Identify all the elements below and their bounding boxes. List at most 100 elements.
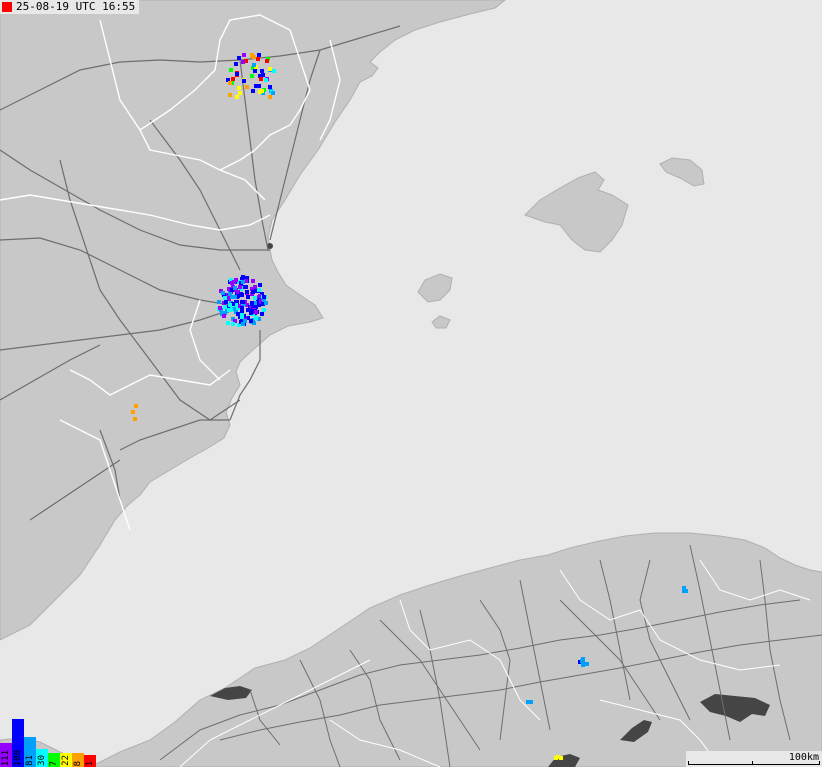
lightning-strike [134, 404, 138, 408]
lightning-strike [264, 78, 268, 82]
lightning-strike [257, 53, 261, 57]
legend-bin-label: 1 [85, 760, 95, 766]
lightning-strike [237, 86, 241, 90]
timestamp-bar: 25-08-19 UTC 16:55 [0, 0, 140, 14]
lightning-strike [133, 417, 137, 421]
lightning-strike [244, 285, 248, 289]
lightning-strike [228, 93, 232, 97]
lightning-strike [249, 311, 253, 315]
lightning-strike [241, 280, 245, 284]
scale-tick [752, 761, 753, 765]
lightning-strike [228, 292, 232, 296]
legend-bin: 22 [60, 753, 72, 767]
scale-line [688, 764, 820, 765]
lightning-strike [252, 63, 256, 67]
lightning-strike [246, 295, 250, 299]
lightning-strike [260, 69, 264, 73]
scale-tick [688, 761, 689, 765]
lightning-strike [238, 91, 242, 95]
lightning-strike [231, 77, 235, 81]
live-indicator [2, 2, 12, 12]
lightning-strike [268, 67, 272, 71]
legend-bin-label: 22 [61, 755, 71, 766]
lightning-strike [235, 95, 239, 99]
lightning-strike [253, 285, 257, 289]
lightning-strike [231, 322, 235, 326]
legend-bin: 8 [72, 753, 84, 767]
lightning-strike [223, 296, 227, 300]
lightning-strike [223, 305, 227, 309]
lightning-strike [268, 85, 272, 89]
lightning-strike [256, 57, 260, 61]
lightning-strike [259, 77, 263, 81]
legend-bin-label: 7 [49, 760, 59, 766]
lightning-strike [242, 53, 246, 57]
lightning-strike [221, 291, 225, 295]
lightning-strike [234, 62, 238, 66]
lightning-strike [265, 59, 269, 63]
legend-bin: 81 [24, 737, 36, 767]
lightning-strike [237, 56, 241, 60]
lightning-strike [252, 55, 256, 59]
lightning-strike [217, 300, 221, 304]
strike-count-legend: 111 100 81 30 7 22 8 1 [0, 719, 96, 767]
lightning-strike [241, 275, 245, 279]
lightning-strike [224, 300, 228, 304]
lightning-strike [233, 286, 237, 290]
lightning-strike [585, 662, 589, 666]
scale-tick [819, 761, 820, 765]
lightning-strike [249, 319, 253, 323]
lightning-strike [262, 295, 266, 299]
lightning-strike [236, 312, 240, 316]
lightning-strike [229, 68, 233, 72]
timestamp-label: 25-08-19 UTC 16:55 [16, 0, 136, 13]
lightning-strike [264, 301, 268, 305]
lightning-strike [243, 319, 247, 323]
lightning-strike [250, 301, 254, 305]
lightning-strike [228, 81, 232, 85]
lightning-strike [228, 303, 232, 307]
legend-bin-label: 30 [37, 755, 47, 766]
lightning-strike [250, 74, 254, 78]
lightning-strike [227, 308, 231, 312]
legend-bin: 30 [36, 749, 48, 767]
lightning-strike [235, 72, 239, 76]
lightning-strike [251, 89, 255, 93]
lightning-strike [253, 69, 257, 73]
lightning-strike [241, 300, 245, 304]
lightning-strike [556, 755, 560, 759]
lightning-strike [529, 700, 533, 704]
lightning-strike [258, 283, 262, 287]
lightning-strike [254, 316, 258, 320]
lightning-strike [581, 663, 585, 667]
legend-bin-label: 8 [73, 760, 83, 766]
lightning-strike [257, 84, 261, 88]
lightning-strike [262, 308, 266, 312]
legend-bin-label: 100 [13, 749, 23, 766]
lightning-map: 25-08-19 UTC 16:55 111 100 81 30 7 22 8 1 100km [0, 0, 822, 767]
legend-bin: 111 [0, 743, 12, 767]
lightning-strike [260, 312, 264, 316]
lightning-strike [580, 659, 584, 663]
lightning-strike [240, 315, 244, 319]
lightning-strike [242, 79, 246, 83]
lightning-strike [251, 279, 255, 283]
lightning-strike [257, 288, 261, 292]
lightning-strike [261, 73, 265, 77]
legend-bin-label: 81 [25, 755, 35, 766]
legend-bin: 100 [12, 719, 24, 767]
lightning-strike [218, 306, 222, 310]
lightning-strike [241, 60, 245, 64]
lightning-strike [234, 278, 238, 282]
lightning-strike [222, 314, 226, 318]
lightning-strike [240, 309, 244, 313]
legend-bin: 1 [84, 755, 96, 767]
legend-bin-label: 111 [1, 749, 11, 766]
map-canvas [0, 0, 822, 767]
lightning-strike [684, 589, 688, 593]
lightning-strike [268, 95, 272, 99]
lightning-strike [251, 290, 255, 294]
lightning-strike [230, 281, 234, 285]
lightning-strike [253, 296, 257, 300]
scale-label: 100km [788, 752, 819, 763]
